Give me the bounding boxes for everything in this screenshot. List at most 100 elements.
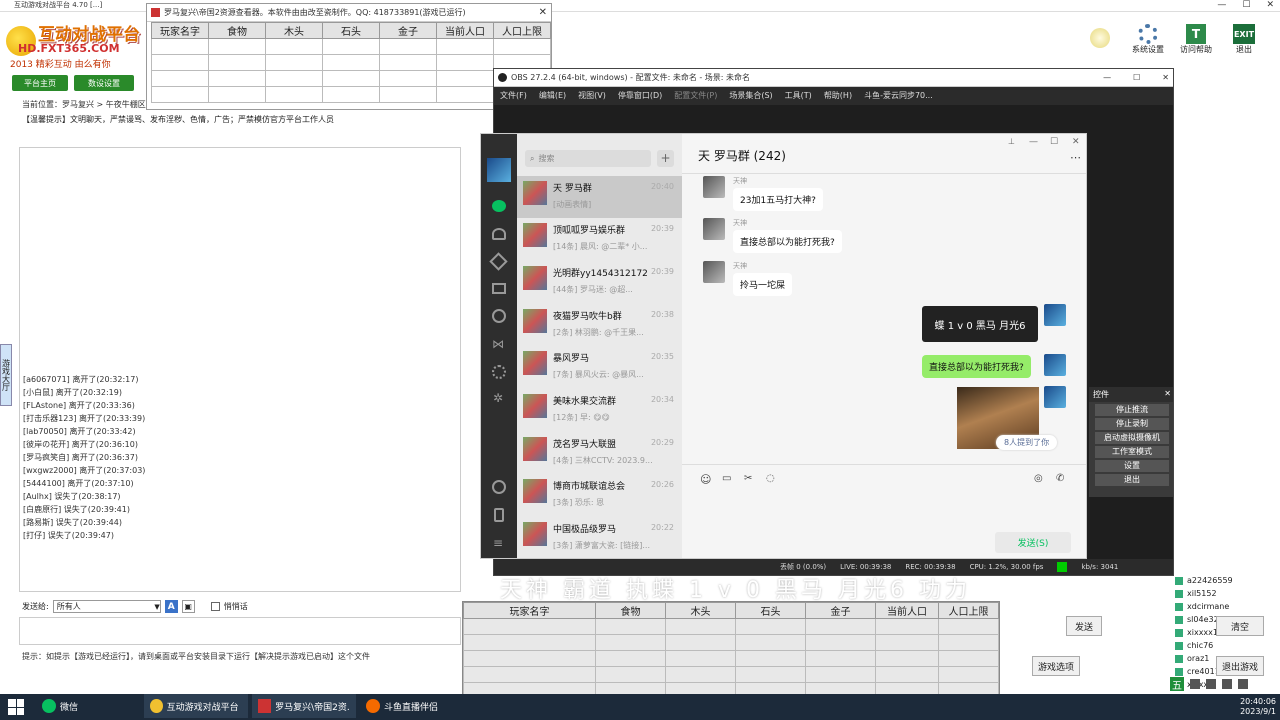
- tab-hall[interactable]: 平台主页: [12, 75, 68, 91]
- taskbar-item-resource-viewer[interactable]: 罗马复兴\帝国2资...: [252, 694, 356, 718]
- pin-icon[interactable]: ⊥: [1008, 137, 1015, 146]
- ime-icon[interactable]: 五: [1170, 677, 1184, 692]
- col-wood[interactable]: 木头: [265, 22, 323, 39]
- game-options-button[interactable]: 游戏选项: [1032, 656, 1080, 676]
- taskbar-item-platform[interactable]: 互动游戏对战平台 ...: [144, 694, 248, 718]
- sender-avatar[interactable]: [703, 261, 725, 283]
- col-population[interactable]: 当前人口: [436, 22, 494, 39]
- send-message-button[interactable]: 发送(S): [995, 532, 1071, 553]
- close-icon[interactable]: ✕: [1266, 0, 1274, 10]
- exit-game-button[interactable]: 退出游戏: [1216, 656, 1264, 676]
- close-icon[interactable]: ✕: [1072, 137, 1080, 147]
- channels-icon[interactable]: ⋈: [492, 337, 504, 351]
- col-food[interactable]: 食物: [208, 22, 266, 39]
- file-icon[interactable]: ▭: [722, 473, 731, 484]
- search-box[interactable]: ⌕ 搜索: [525, 150, 651, 167]
- user-row[interactable]: chic76: [1175, 639, 1275, 652]
- control-stop-record[interactable]: 停止录制: [1095, 418, 1169, 430]
- my-text-message[interactable]: 直接总部以为能打死我?: [922, 355, 1031, 378]
- private-checkbox[interactable]: [210, 602, 220, 611]
- minimize-icon[interactable]: —: [1103, 73, 1111, 82]
- my-image-message[interactable]: 蝶 1 v 0 黑马 月光6: [922, 306, 1038, 342]
- desktop-icon-help[interactable]: T 访问帮助: [1176, 24, 1216, 64]
- chat-list-item[interactable]: 茂名罗马大联盟 [4条] 三林CCTV: 2023.9... 20:29: [517, 432, 682, 474]
- message-input[interactable]: [19, 617, 461, 645]
- chat-list-item[interactable]: 光明群yy1454312172 [44条] 罗马迷: @超... 20:39: [517, 261, 682, 303]
- col-gold[interactable]: 金子: [379, 22, 437, 39]
- tray-icon[interactable]: [1238, 679, 1248, 689]
- menu-scene-collection[interactable]: 场景集合(S): [729, 90, 772, 101]
- maximize-icon[interactable]: ☐: [1133, 73, 1140, 82]
- col-player[interactable]: 玩家名字: [463, 602, 596, 619]
- menu-profile[interactable]: 配置文件(P): [674, 90, 717, 101]
- chat-list-item[interactable]: 美味水果交流群 [12条] 早: 😋😋 20:34: [517, 389, 682, 431]
- clear-button[interactable]: 清空: [1216, 616, 1264, 636]
- message-bubble[interactable]: 直接总部以为能打死我?: [733, 230, 842, 253]
- control-stop-stream[interactable]: 停止推流: [1095, 404, 1169, 416]
- menu-tools[interactable]: 工具(T): [785, 90, 812, 101]
- my-avatar[interactable]: [1044, 304, 1066, 326]
- chat-list-item[interactable]: 顶呱呱罗马娱乐群 [14条] 晨风: @二辈* 小... 20:39: [517, 218, 682, 260]
- col-stone[interactable]: 石头: [322, 22, 380, 39]
- send-to-select[interactable]: 所有人 ▼: [52, 600, 161, 613]
- scissors-icon[interactable]: ✂: [744, 473, 752, 484]
- font-a-icon[interactable]: A: [164, 600, 178, 613]
- search-feature-icon[interactable]: [492, 365, 506, 379]
- control-virtual-camera[interactable]: 启动虚拟摄像机: [1095, 432, 1169, 444]
- close-icon[interactable]: ✕: [539, 7, 547, 18]
- menu-help[interactable]: 帮助(H): [824, 90, 852, 101]
- my-avatar[interactable]: [1044, 386, 1066, 408]
- chat-icon[interactable]: [492, 200, 506, 212]
- chat-list-item[interactable]: 夜猫罗马吹牛b群 [2条] 林羽鹏: @千王果... 20:38: [517, 304, 682, 346]
- clock[interactable]: 20:40:06 2023/9/1: [1200, 697, 1276, 717]
- col-pop-cap[interactable]: 人口上限: [493, 22, 551, 39]
- live-icon[interactable]: ◎: [1034, 473, 1043, 484]
- my-avatar[interactable]: [487, 158, 511, 182]
- desktop-icon-exit[interactable]: EXIT 退出: [1224, 24, 1264, 64]
- more-icon[interactable]: ⋯: [1070, 151, 1081, 164]
- add-chat-button[interactable]: +: [657, 150, 674, 167]
- user-row[interactable]: xdcirmane: [1175, 600, 1275, 613]
- tray-icon[interactable]: [1190, 679, 1200, 689]
- message-bubble[interactable]: 23加1五马打大神?: [733, 188, 823, 211]
- col-pop-cap[interactable]: 人口上限: [938, 602, 999, 619]
- tab-settings[interactable]: 数设设置: [74, 75, 134, 91]
- desktop-icon-settings[interactable]: 系统设置: [1128, 24, 1168, 64]
- game-hall-side-tab[interactable]: 游戏大厅: [0, 344, 12, 406]
- message-bubble[interactable]: 拎马一坨屎: [733, 273, 793, 296]
- sender-avatar[interactable]: [703, 176, 725, 198]
- col-gold[interactable]: 金子: [805, 602, 876, 619]
- col-player[interactable]: 玩家名字: [151, 22, 209, 39]
- tray-icon[interactable]: [1222, 679, 1232, 689]
- mini-program-icon[interactable]: ✲: [493, 391, 503, 405]
- message-textarea[interactable]: [692, 491, 1078, 531]
- phone-icon[interactable]: [494, 508, 504, 522]
- menu-douyu[interactable]: 斗鱼-爱云同步70...: [864, 90, 933, 101]
- chat-list-item[interactable]: 博商市城联谊总会 [3条] 恐乐: 恩 20:26: [517, 474, 682, 516]
- emoji-icon[interactable]: ☺: [700, 473, 711, 486]
- taskbar-item-douyu[interactable]: 斗鱼直播伴侣: [360, 694, 464, 718]
- col-wood[interactable]: 木头: [665, 602, 736, 619]
- menu-view[interactable]: 视图(V): [578, 90, 606, 101]
- moments-icon[interactable]: [492, 309, 506, 323]
- send-button[interactable]: 发送: [1066, 616, 1102, 636]
- maximize-icon[interactable]: ☐: [1050, 137, 1058, 147]
- chat-history-icon[interactable]: ◌: [766, 473, 775, 484]
- chat-list-item[interactable]: 暴风罗马 [7条] 暴风火云: @暴风... 20:35: [517, 346, 682, 388]
- start-button[interactable]: [8, 699, 24, 715]
- col-stone[interactable]: 石头: [735, 602, 806, 619]
- tray-icon[interactable]: [1206, 679, 1216, 689]
- user-row[interactable]: xil5152: [1175, 587, 1275, 600]
- favorites-icon[interactable]: [489, 252, 508, 271]
- call-icon[interactable]: ✆: [1056, 473, 1064, 484]
- minimize-icon[interactable]: —: [1029, 137, 1038, 147]
- close-icon[interactable]: ✕: [1164, 389, 1171, 400]
- taskbar-item-wechat[interactable]: 微信: [36, 694, 140, 718]
- user-row[interactable]: a22426559: [1175, 574, 1275, 587]
- sender-avatar[interactable]: [703, 218, 725, 240]
- chat-list-item[interactable]: 中国极品级罗马 [3条] 潇萝富大瓷: [链接]... 20:22: [517, 517, 682, 558]
- menu-docks[interactable]: 停靠窗口(D): [618, 90, 662, 101]
- col-food[interactable]: 食物: [595, 602, 666, 619]
- minimize-icon[interactable]: —: [1217, 0, 1226, 10]
- close-icon[interactable]: ✕: [1162, 73, 1169, 82]
